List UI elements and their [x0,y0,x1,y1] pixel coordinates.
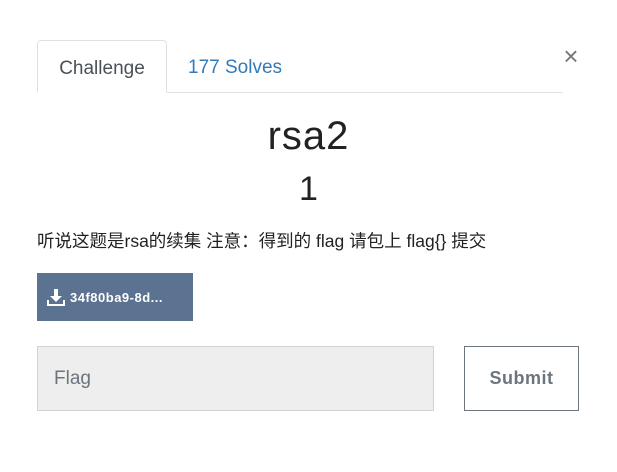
tab-challenge[interactable]: Challenge [37,40,167,93]
challenge-name: rsa2 [267,114,350,158]
file-download-button[interactable]: 34f80ba9-8d... [37,273,193,321]
download-icon [47,288,65,306]
tab-solves[interactable]: 177 Solves [188,40,282,92]
flag-input[interactable] [37,346,434,411]
submit-button[interactable]: Submit [464,346,579,411]
close-icon[interactable]: × [560,43,582,69]
file-name-label: 34f80ba9-8d... [70,289,163,305]
challenge-value: 1 [299,170,318,208]
challenge-modal: Challenge 177 Solves × rsa2 1 听说这题是rsa的续… [0,0,617,472]
tab-bar: Challenge 177 Solves [37,40,563,93]
challenge-description: 听说这题是rsa的续集 注意：得到的 flag 请包上 flag{} 提交 [37,231,487,251]
